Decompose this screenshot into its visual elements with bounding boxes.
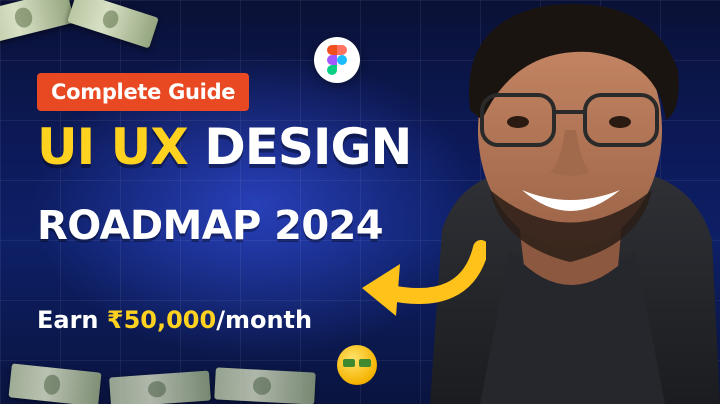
- complete-guide-badge: Complete Guide: [37, 73, 250, 111]
- figma-logo: [314, 37, 360, 83]
- money-bill: [214, 367, 316, 404]
- figma-icon: [327, 45, 347, 75]
- money-face-emoji: [337, 345, 377, 385]
- money-bill: [109, 370, 211, 404]
- earn-prefix: Earn: [37, 306, 99, 334]
- subtitle: ROADMAP 2024: [37, 203, 384, 249]
- curved-arrow-icon: [362, 240, 486, 316]
- title-highlight: UI UX: [37, 118, 189, 176]
- earn-amount: ₹50,000: [106, 306, 217, 334]
- earn-suffix: /month: [216, 306, 313, 334]
- person-photo: [430, 3, 720, 404]
- main-title: UI UX DESIGN: [37, 117, 412, 177]
- earn-line: Earn ₹50,000/month: [37, 304, 312, 336]
- title-white: DESIGN: [204, 118, 412, 176]
- thumbnail: Complete Guide UI UX DESIGN ROADMAP 2024…: [0, 0, 720, 404]
